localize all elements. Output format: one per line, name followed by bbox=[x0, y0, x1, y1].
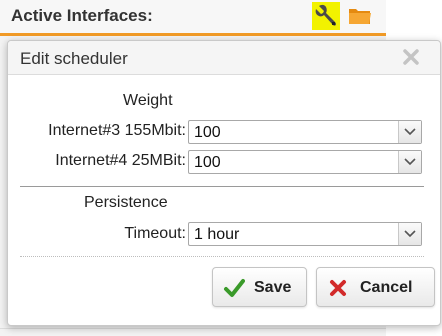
checkmark-icon bbox=[223, 277, 245, 299]
cancel-button-label: Cancel bbox=[360, 279, 413, 296]
footer-divider bbox=[20, 256, 424, 257]
timeout-select[interactable]: 1 hour bbox=[188, 222, 422, 246]
edit-scheduler-dialog: Edit scheduler Weight Internet#3 155Mbit… bbox=[7, 40, 441, 326]
panel-header: Active Interfaces: bbox=[0, 0, 386, 36]
panel-bottom-rule bbox=[0, 328, 386, 329]
x-icon bbox=[327, 277, 349, 299]
internet4-weight-label: Internet#4 25MBit: bbox=[55, 152, 186, 169]
wrench-icon[interactable] bbox=[312, 2, 340, 30]
folder-icon[interactable] bbox=[348, 5, 372, 27]
chevron-down-icon[interactable] bbox=[398, 151, 421, 173]
chevron-down-icon[interactable] bbox=[398, 223, 421, 245]
save-button-label: Save bbox=[254, 279, 292, 296]
internet3-weight-value: 100 bbox=[194, 124, 221, 141]
panel-title: Active Interfaces: bbox=[11, 6, 153, 25]
internet4-weight-value: 100 bbox=[194, 154, 221, 171]
internet3-weight-label: Internet#3 155Mbit: bbox=[48, 122, 186, 139]
save-button[interactable]: Save bbox=[212, 267, 307, 307]
cancel-button[interactable]: Cancel bbox=[316, 267, 435, 307]
chevron-down-icon[interactable] bbox=[398, 121, 421, 143]
weight-heading: Weight bbox=[123, 92, 173, 109]
dialog-header: Edit scheduler bbox=[8, 41, 440, 75]
dialog-body: Weight Internet#3 155Mbit: 100 Internet#… bbox=[8, 75, 440, 325]
timeout-label: Timeout: bbox=[124, 225, 186, 242]
internet3-weight-select[interactable]: 100 bbox=[188, 120, 422, 144]
timeout-value: 1 hour bbox=[194, 226, 240, 243]
dialog-title: Edit scheduler bbox=[20, 49, 128, 68]
header-accent-rule bbox=[0, 33, 386, 36]
section-divider bbox=[20, 186, 424, 187]
persistence-heading: Persistence bbox=[84, 194, 168, 211]
close-icon[interactable] bbox=[400, 46, 422, 68]
internet4-weight-select[interactable]: 100 bbox=[188, 150, 422, 174]
